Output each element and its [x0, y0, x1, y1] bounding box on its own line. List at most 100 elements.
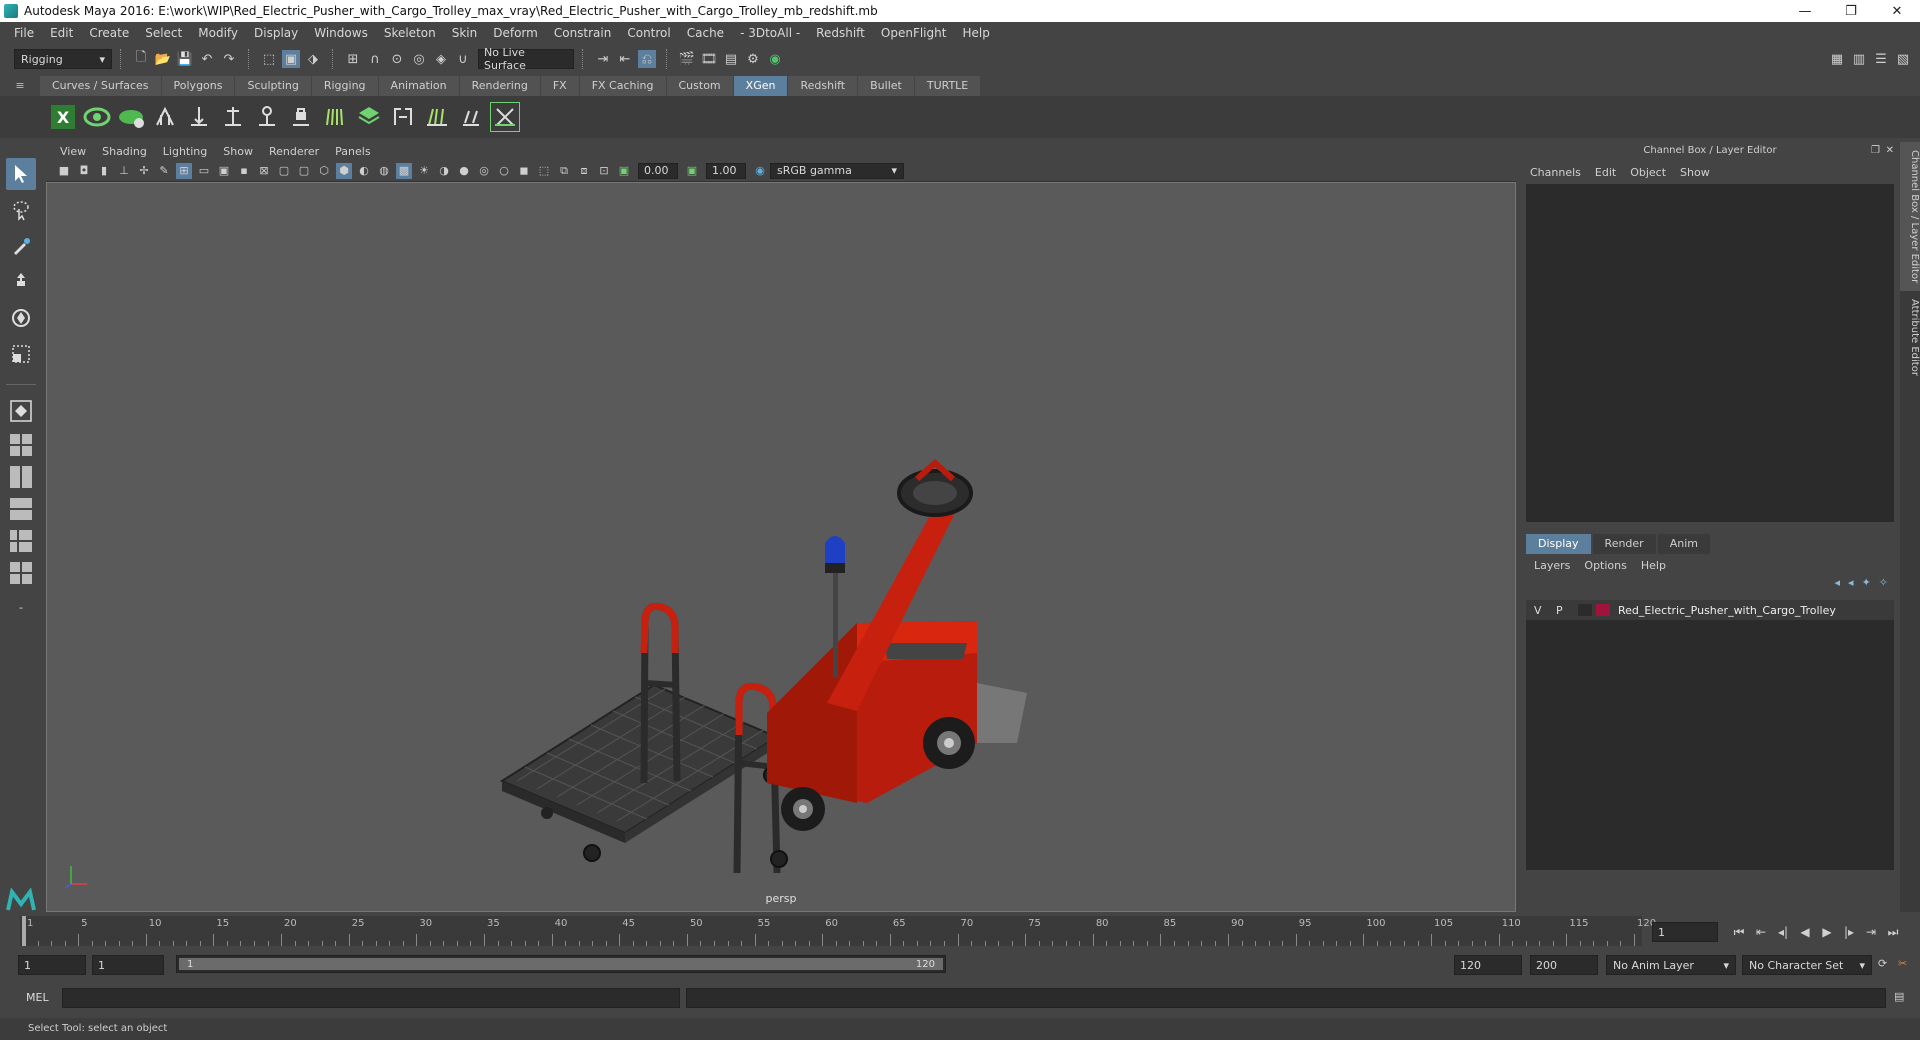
graph-layout-icon[interactable]: [7, 527, 35, 555]
smooth-shade-icon[interactable]: ⬢: [336, 162, 352, 179]
move-tool-icon[interactable]: [6, 266, 36, 298]
viewport-menu-renderer[interactable]: Renderer: [261, 145, 327, 158]
x-ray-joints-icon[interactable]: ⧈: [576, 163, 592, 179]
gamma-field[interactable]: 1.00: [706, 162, 746, 179]
xgen-select-guide-icon[interactable]: [218, 102, 248, 132]
perspective-viewport[interactable]: persp: [46, 182, 1516, 912]
xgen-rebuild-icon[interactable]: [456, 102, 486, 132]
play-forward-icon[interactable]: ▶: [1816, 922, 1838, 942]
menu-display[interactable]: Display: [246, 26, 306, 40]
tab-polygons[interactable]: Polygons: [161, 76, 235, 96]
viewport-menu-show[interactable]: Show: [215, 145, 261, 158]
textured-icon[interactable]: ▩: [396, 162, 412, 179]
layer-color-swatch[interactable]: [1596, 604, 1610, 616]
xgen-guide-length-icon[interactable]: [252, 102, 282, 132]
range-slider-handle[interactable]: 1 120: [179, 958, 943, 970]
menu-cache[interactable]: Cache: [679, 26, 732, 40]
object-menu[interactable]: Object: [1630, 166, 1666, 179]
modeling-toolkit-icon[interactable]: ▦: [1828, 50, 1846, 68]
attribute-editor-toggle-icon[interactable]: ▥: [1850, 50, 1868, 68]
undo-icon[interactable]: ↶: [198, 50, 216, 68]
layer-type-toggle[interactable]: [1578, 604, 1592, 616]
bookmark-icon[interactable]: ▮: [96, 163, 112, 179]
xgen-comb-icon[interactable]: [320, 102, 350, 132]
xgen-add-guide-icon[interactable]: [150, 102, 180, 132]
layer-playback-toggle[interactable]: P: [1556, 604, 1570, 617]
shadows-icon[interactable]: ◑: [436, 163, 452, 179]
wireframe-icon[interactable]: ⬡: [316, 163, 332, 179]
ipr-render-icon[interactable]: ▤: [722, 50, 740, 68]
step-back-frame-icon[interactable]: ◂|: [1772, 922, 1794, 942]
display-layer-row[interactable]: V P Red_Electric_Pusher_with_Cargo_Troll…: [1526, 600, 1894, 620]
menu-deform[interactable]: Deform: [485, 26, 546, 40]
render-settings-icon[interactable]: ⚙: [744, 50, 762, 68]
tab-redshift[interactable]: Redshift: [788, 76, 858, 96]
save-scene-icon[interactable]: 💾: [176, 50, 194, 68]
more-layouts-icon[interactable]: ‑: [6, 591, 36, 623]
safe-title-icon[interactable]: ▢: [296, 163, 312, 179]
script-editor-icon[interactable]: ▤: [1894, 990, 1904, 1003]
two-view-layout-icon[interactable]: [7, 463, 35, 491]
anti-aliasing-icon[interactable]: ○: [496, 163, 512, 179]
auto-key-icon[interactable]: ⟳: [1878, 957, 1887, 970]
channel-box-toggle-icon[interactable]: ▧: [1894, 50, 1912, 68]
animation-start-field[interactable]: 1: [18, 955, 86, 975]
channel-box-area[interactable]: [1526, 184, 1894, 522]
animation-end-field[interactable]: 200: [1530, 955, 1598, 975]
construction-history-icon[interactable]: ⎌: [638, 50, 656, 68]
resolution-gate-icon[interactable]: ▣: [216, 163, 232, 179]
paint-select-tool-icon[interactable]: [6, 230, 36, 262]
menu-3dtoall[interactable]: - 3DtoAll -: [732, 26, 808, 40]
input-ops-icon[interactable]: ⇥: [594, 50, 612, 68]
character-set-dropdown[interactable]: No Character Set ▾: [1742, 955, 1872, 975]
output-ops-icon[interactable]: ⇤: [616, 50, 634, 68]
view-transform-dropdown[interactable]: sRGB gamma ▾: [770, 162, 904, 179]
snap-grid-icon[interactable]: ⊞: [344, 50, 362, 68]
tab-rendering[interactable]: Rendering: [459, 76, 540, 96]
current-frame-field[interactable]: 1: [1652, 922, 1718, 942]
viewport-menu-panels[interactable]: Panels: [327, 145, 378, 158]
move-layer-up-icon[interactable]: ◂: [1835, 576, 1841, 594]
go-to-start-icon[interactable]: ⏮: [1728, 922, 1750, 942]
xgen-editor-icon[interactable]: X: [48, 102, 78, 132]
new-empty-layer-icon[interactable]: ✦: [1862, 576, 1871, 594]
render-view-icon[interactable]: 🎬: [678, 50, 696, 68]
render-frame-icon[interactable]: 🎞: [700, 50, 718, 68]
menu-openflight[interactable]: OpenFlight: [873, 26, 955, 40]
safe-action-icon[interactable]: ▢: [276, 163, 292, 179]
viewport-menu-lighting[interactable]: Lighting: [155, 145, 215, 158]
restore-button[interactable]: ❐: [1828, 0, 1874, 22]
screen-space-ao-icon[interactable]: ●: [456, 163, 472, 179]
two-d-pan-icon[interactable]: ✢: [136, 163, 152, 179]
shelf-menu-icon[interactable]: ≡: [0, 74, 40, 96]
outliner-layout-icon[interactable]: [7, 495, 35, 523]
xgen-create-description-icon[interactable]: [116, 102, 146, 132]
menu-skin[interactable]: Skin: [444, 26, 486, 40]
depth-of-field-icon[interactable]: ◼: [516, 163, 532, 179]
menu-set-dropdown[interactable]: Rigging ▾: [14, 49, 112, 69]
select-object-icon[interactable]: ▣: [282, 50, 300, 68]
menu-windows[interactable]: Windows: [306, 26, 376, 40]
hypershade-icon[interactable]: ◉: [766, 50, 784, 68]
tab-fx-caching[interactable]: FX Caching: [579, 76, 666, 96]
image-plane-icon[interactable]: ⊥: [116, 163, 132, 179]
xgen-layers-icon[interactable]: [354, 102, 384, 132]
color-management-icon[interactable]: ◉: [752, 163, 768, 179]
exposure-icon[interactable]: ▣: [616, 163, 632, 179]
tab-anim-layers[interactable]: Anim: [1657, 534, 1710, 554]
script-language-toggle[interactable]: MEL: [26, 991, 49, 1004]
menu-constrain[interactable]: Constrain: [546, 26, 620, 40]
select-hierarchy-icon[interactable]: ⬚: [260, 50, 278, 68]
tab-animation[interactable]: Animation: [378, 76, 459, 96]
tab-turtle[interactable]: TURTLE: [914, 76, 981, 96]
go-to-end-icon[interactable]: ⏭: [1882, 922, 1904, 942]
four-view-layout-icon[interactable]: [7, 431, 35, 459]
close-panel-icon[interactable]: ✕: [1886, 142, 1894, 160]
grease-pencil-icon[interactable]: ✎: [156, 163, 172, 179]
menu-create[interactable]: Create: [81, 26, 137, 40]
close-button[interactable]: ✕: [1874, 0, 1920, 22]
xgen-guide-to-curve-icon[interactable]: [388, 102, 418, 132]
layer-visibility-toggle[interactable]: V: [1534, 604, 1548, 617]
redo-icon[interactable]: ↷: [220, 50, 238, 68]
current-time-indicator[interactable]: [22, 916, 26, 946]
